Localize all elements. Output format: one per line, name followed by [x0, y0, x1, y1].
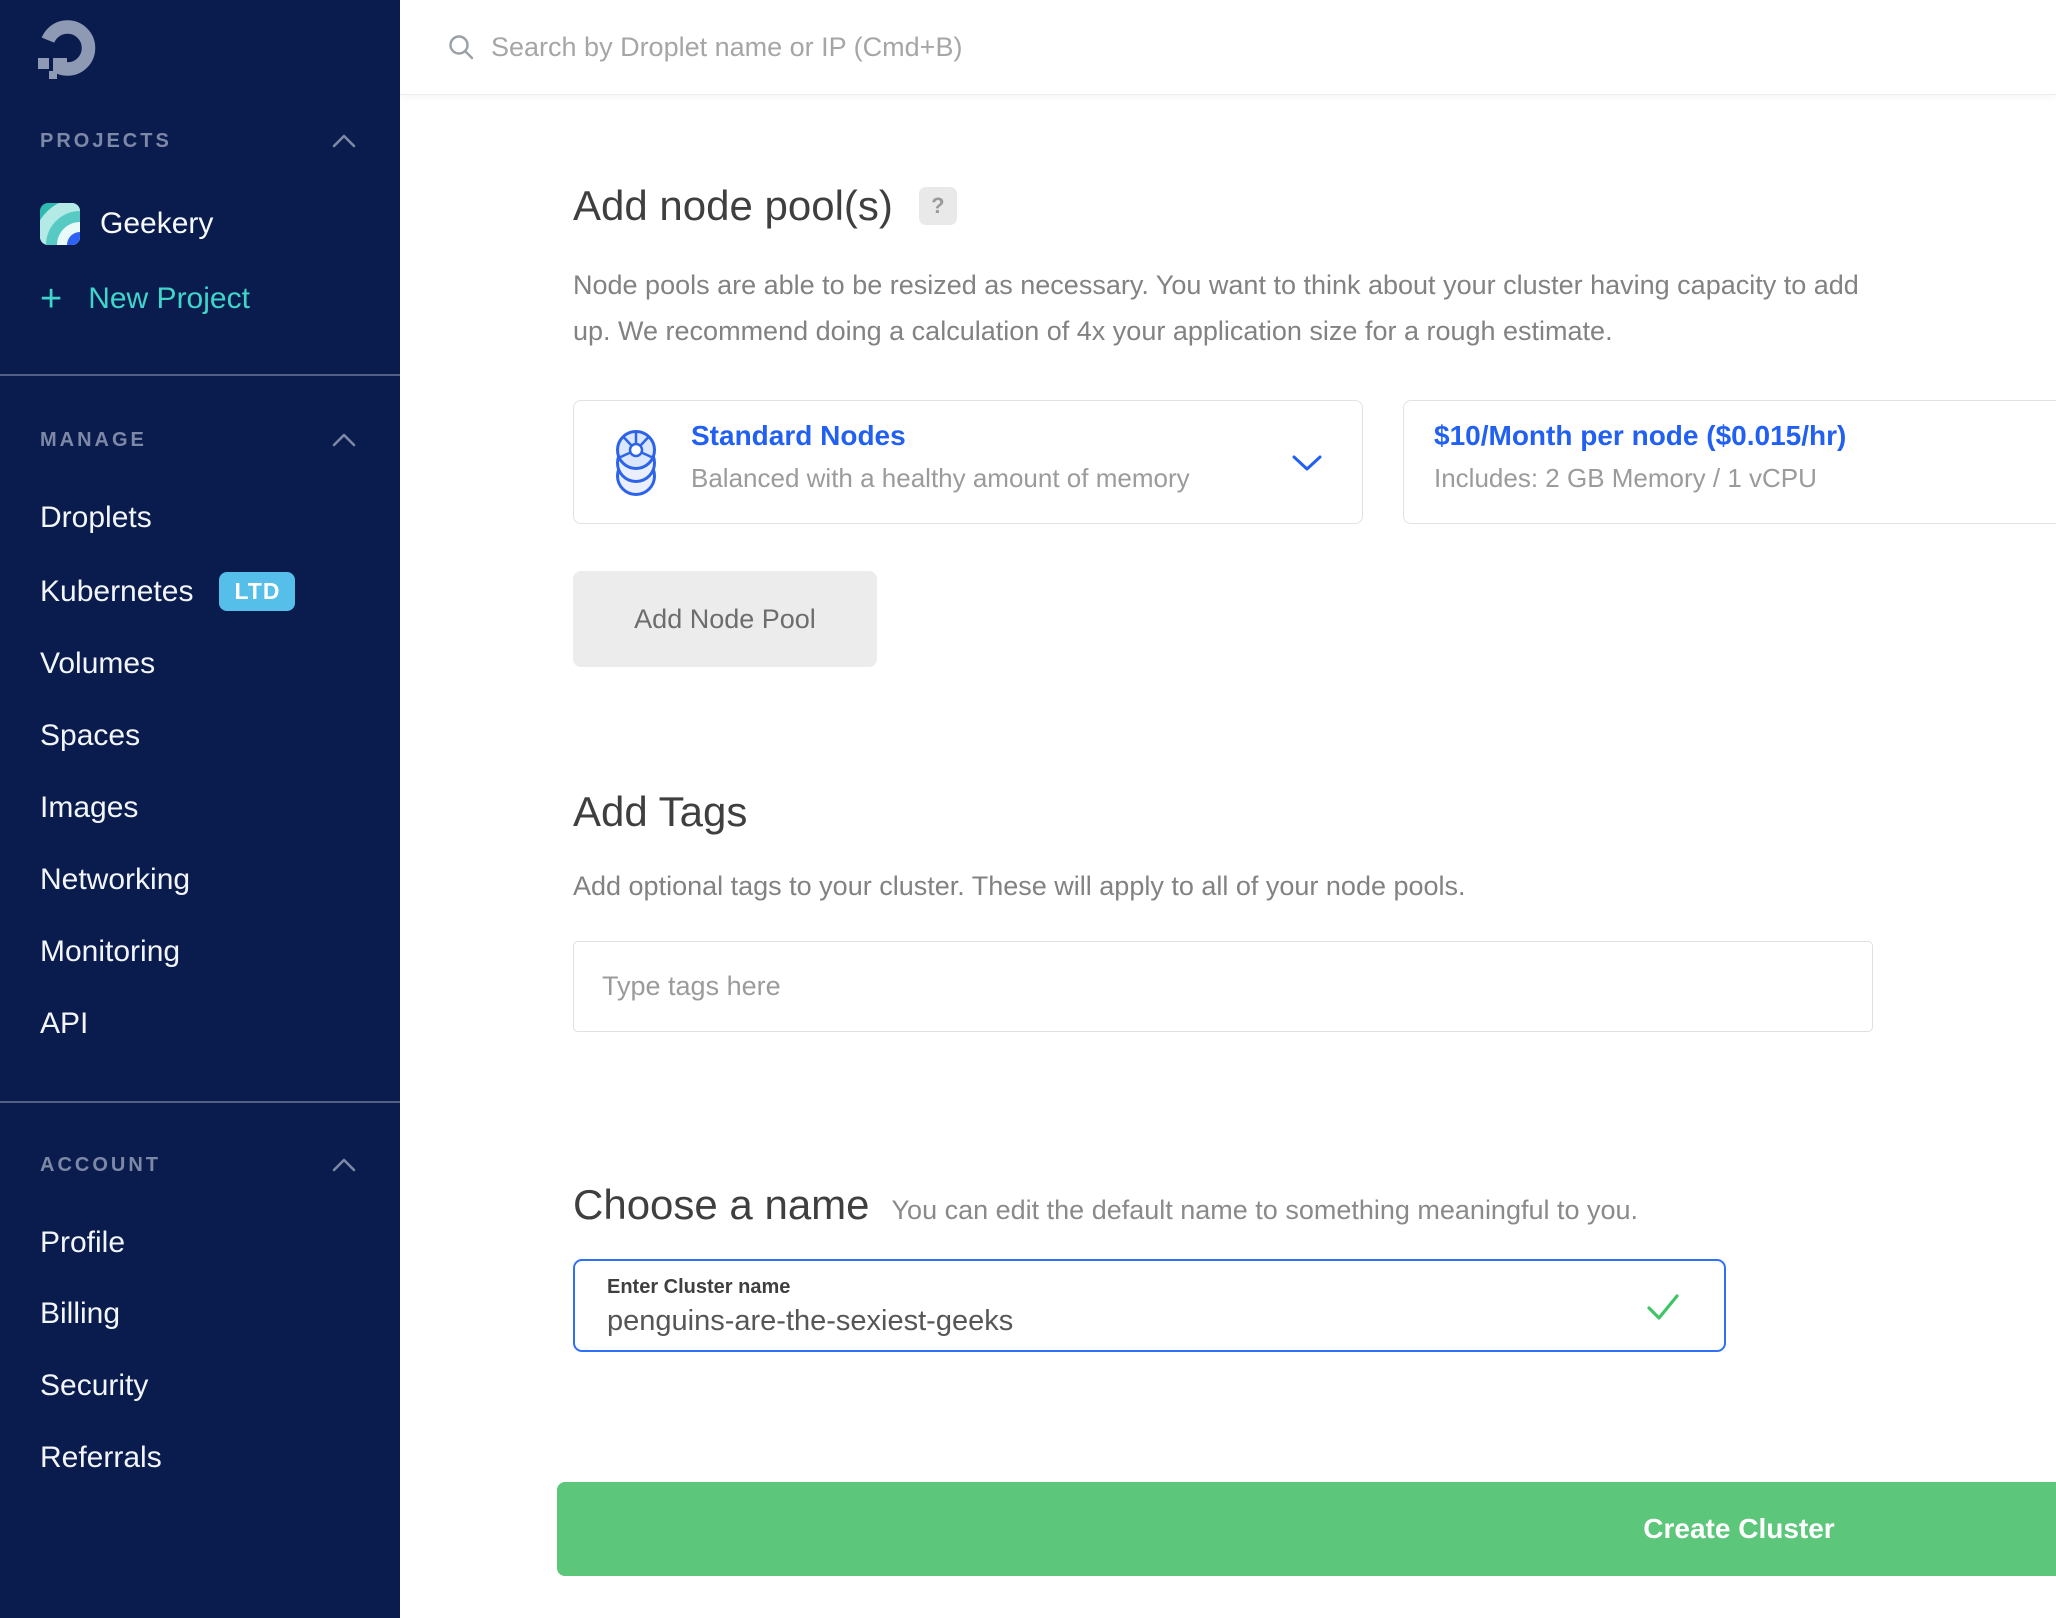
chevron-up-icon[interactable] — [332, 433, 356, 447]
sidebar-section-manage[interactable]: MANAGE — [40, 427, 147, 453]
nav-label: Spaces — [40, 717, 140, 755]
add-tags-heading: Add Tags — [573, 784, 747, 840]
node-stack-icon — [606, 429, 666, 497]
cluster-name-field: Enter Cluster name — [573, 1259, 1726, 1352]
cluster-name-label: Enter Cluster name — [607, 1276, 790, 1299]
plus-icon: + — [40, 280, 62, 318]
nav-label: Networking — [40, 861, 190, 899]
choose-name-subtitle: You can edit the default name to somethi… — [892, 1195, 1639, 1226]
project-name-label: Geekery — [100, 207, 213, 241]
tags-input[interactable] — [574, 942, 1872, 1031]
nav-label: Monitoring — [40, 933, 180, 971]
chevron-up-icon[interactable] — [332, 1158, 356, 1172]
topbar — [400, 0, 2056, 95]
sidebar-item-spaces[interactable]: Spaces — [40, 717, 140, 755]
sidebar-item-images[interactable]: Images — [40, 789, 138, 827]
description-line: Node pools are able to be resized as nec… — [573, 262, 1859, 308]
price-title: $10/Month per node ($0.015/hr) — [1434, 421, 1846, 451]
add-tags-description: Add optional tags to your cluster. These… — [573, 863, 1466, 909]
sidebar-item-monitoring[interactable]: Monitoring — [40, 933, 180, 971]
add-node-pool-button[interactable]: Add Node Pool — [573, 571, 877, 667]
sidebar-item-project-geekery[interactable]: Geekery — [40, 203, 213, 245]
add-node-pool-label: Add Node Pool — [634, 604, 816, 635]
nav-label: Droplets — [40, 499, 152, 537]
page-title: Add node pool(s) — [573, 178, 893, 234]
kubernetes-create-cluster-page: PROJECTS Geekery + New Project MANAG — [0, 0, 2056, 1618]
choose-name-heading: Choose a name — [573, 1177, 870, 1233]
nav-label: API — [40, 1005, 88, 1043]
price-subtitle: Includes: 2 GB Memory / 1 vCPU — [1434, 463, 1817, 493]
ltd-badge: LTD — [219, 572, 295, 611]
sidebar-item-volumes[interactable]: Volumes — [40, 645, 155, 683]
sidebar-item-networking[interactable]: Networking — [40, 861, 190, 899]
search-input[interactable] — [491, 32, 1691, 63]
nav-label: Security — [40, 1367, 148, 1405]
sidebar: PROJECTS Geekery + New Project MANAG — [0, 0, 400, 1618]
cluster-name-input[interactable] — [607, 1305, 1587, 1338]
node-type-subtitle: Balanced with a healthy amount of memory — [691, 463, 1190, 493]
choose-name-heading-row: Choose a name You can edit the default n… — [573, 1177, 1638, 1233]
node-pools-heading-row: Add node pool(s) ? — [573, 178, 957, 234]
node-type-title: Standard Nodes — [691, 421, 906, 451]
chevron-down-icon — [1292, 455, 1322, 472]
create-cluster-button[interactable]: Create Cluster — [557, 1482, 2056, 1576]
sidebar-item-new-project[interactable]: + New Project — [40, 280, 250, 318]
nav-label: Referrals — [40, 1439, 162, 1477]
projects-header-label: PROJECTS — [40, 130, 172, 152]
new-project-label: New Project — [88, 282, 250, 316]
account-header-label: ACCOUNT — [40, 1154, 161, 1176]
sidebar-item-security[interactable]: Security — [40, 1367, 148, 1405]
sidebar-item-kubernetes[interactable]: Kubernetes LTD — [40, 572, 295, 611]
description-line: up. We recommend doing a calculation of … — [573, 308, 1859, 354]
manage-header-label: MANAGE — [40, 429, 147, 451]
price-info-box: $10/Month per node ($0.015/hr) Includes:… — [1403, 400, 2056, 524]
sidebar-divider — [0, 374, 400, 376]
node-type-select[interactable]: Standard Nodes Balanced with a healthy a… — [573, 400, 1363, 524]
sidebar-item-billing[interactable]: Billing — [40, 1295, 120, 1333]
nav-label: Images — [40, 789, 138, 827]
sidebar-item-droplets[interactable]: Droplets — [40, 499, 152, 537]
node-pools-description: Node pools are able to be resized as nec… — [573, 262, 1859, 354]
sidebar-item-profile[interactable]: Profile — [40, 1224, 125, 1262]
chevron-up-icon[interactable] — [332, 134, 356, 148]
sidebar-divider — [0, 1101, 400, 1103]
sidebar-section-projects[interactable]: PROJECTS — [40, 128, 172, 154]
tags-input-container — [573, 941, 1873, 1032]
help-glyph: ? — [931, 193, 944, 219]
sidebar-item-api[interactable]: API — [40, 1005, 88, 1043]
create-cluster-label: Create Cluster — [1643, 1513, 1834, 1545]
nav-label: Billing — [40, 1295, 120, 1333]
search-icon — [447, 33, 475, 61]
valid-check-icon — [1646, 1293, 1680, 1321]
project-avatar-icon — [40, 203, 80, 245]
sidebar-item-referrals[interactable]: Referrals — [40, 1439, 162, 1477]
digitalocean-logo-icon[interactable] — [30, 14, 100, 84]
nav-label: Profile — [40, 1224, 125, 1262]
nav-label: Kubernetes — [40, 573, 193, 611]
sidebar-section-account[interactable]: ACCOUNT — [40, 1152, 161, 1178]
nav-label: Volumes — [40, 645, 155, 683]
help-icon[interactable]: ? — [919, 187, 957, 225]
